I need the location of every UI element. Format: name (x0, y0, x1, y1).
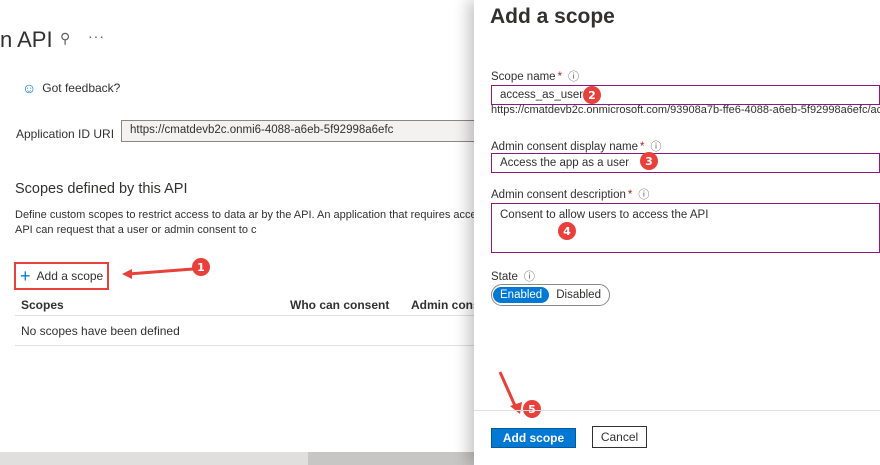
column-header-who-can-consent[interactable]: Who can consent (290, 298, 389, 312)
annotation-marker-5: 5 (523, 400, 541, 418)
info-icon[interactable]: ⓘ (568, 71, 579, 83)
section-title: Scopes defined by this API (15, 181, 188, 197)
add-scope-label: Add a scope (36, 269, 104, 283)
add-scope-submit-button[interactable]: Add scope (491, 428, 576, 448)
app-id-label: Application ID URI (16, 127, 115, 141)
state-enabled-option[interactable]: Enabled (493, 287, 550, 303)
page-title: n API (0, 27, 53, 52)
annotation-marker-3: 3 (640, 152, 658, 170)
section-desc-line2: API can request that a user or admin con… (15, 224, 257, 236)
scope-uri-help: https://cmatdevb2c.onmicrosoft.com/93908… (491, 104, 880, 116)
info-icon[interactable]: ⓘ (638, 189, 649, 201)
app-id-field[interactable]: https://cmatdevb2c.onmi6-4088-a6eb-5f929… (121, 120, 481, 142)
panel-title: Add a scope (490, 5, 615, 28)
annotation-marker-2: 2 (583, 86, 601, 104)
state-toggle[interactable]: Enabled Disabled (491, 284, 610, 306)
add-scope-panel: Add a scope Scope name * ⓘ access_as_user … (474, 0, 880, 465)
scrollbar-thumb[interactable] (308, 452, 475, 465)
scope-name-input[interactable]: access_as_user (491, 85, 880, 105)
table-empty-row: No scopes have been defined (15, 316, 475, 346)
scope-name-label: Scope name * ⓘ (491, 71, 580, 83)
feedback-link[interactable]: ☺ Got feedback? (22, 80, 120, 96)
annotation-marker-4: 4 (558, 222, 576, 240)
plus-icon: + (20, 266, 31, 286)
empty-message: No scopes have been defined (21, 324, 180, 338)
feedback-icon: ☺ (22, 80, 37, 96)
more-icon[interactable]: ··· (88, 28, 105, 44)
admin-display-input[interactable]: Access the app as a user (491, 153, 880, 173)
table-header: Scopes Who can consent Admin conse (15, 292, 486, 316)
section-description: Define custom scopes to restrict access … (15, 208, 475, 238)
info-icon[interactable]: ⓘ (651, 141, 662, 153)
section-desc-line1: Define custom scopes to restrict access … (15, 209, 475, 221)
admin-display-label: Admin consent display name * ⓘ (491, 141, 662, 153)
add-scope-button[interactable]: + Add a scope (14, 262, 110, 290)
annotation-marker-1: 1 (192, 258, 210, 276)
annotation-arrow-1 (122, 267, 194, 279)
cancel-button[interactable]: Cancel (592, 426, 647, 448)
column-header-scopes[interactable]: Scopes (21, 298, 64, 312)
feedback-label: Got feedback? (42, 81, 121, 95)
info-icon[interactable]: ⓘ (524, 271, 535, 283)
state-label: State ⓘ (491, 271, 535, 283)
admin-desc-label: Admin consent description * ⓘ (491, 189, 650, 201)
state-disabled-option[interactable]: Disabled (549, 287, 608, 303)
admin-desc-textarea[interactable]: Consent to allow users to access the API (491, 203, 880, 253)
footer-divider (474, 410, 880, 411)
pin-icon[interactable]: ⚲ (60, 30, 70, 47)
